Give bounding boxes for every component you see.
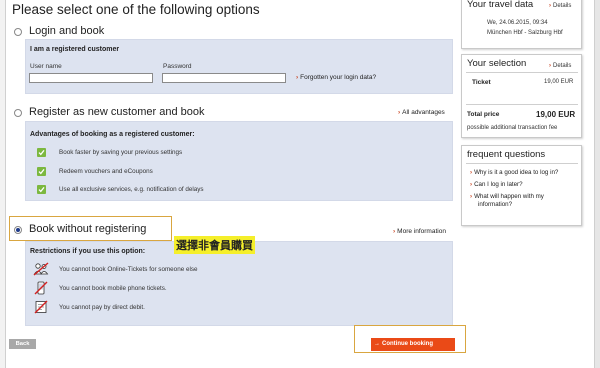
arrow-icon: ›: [296, 74, 299, 81]
selection-details-link[interactable]: › Details: [549, 63, 571, 69]
selection-box: Your selection › Details Ticket 19,00 EUR…: [461, 54, 582, 138]
ticket-label: Ticket: [472, 79, 491, 86]
faq-item[interactable]: › What will happen with my information?: [470, 193, 556, 209]
more-information-link[interactable]: › More information: [393, 228, 446, 235]
advantages-panel: Advantages of booking as a registered cu…: [25, 121, 453, 201]
login-panel: I am a registered customer User name Pas…: [25, 39, 453, 94]
advantage-item: Redeem vouchers and eCoupons: [59, 168, 153, 175]
travel-data-box: Your travel data › Details We, 24.06.2015…: [461, 0, 582, 49]
travel-data-title: Your travel data: [467, 0, 534, 10]
restrictions-panel-title: Restrictions if you use this option:: [30, 248, 146, 255]
window-right-border: [594, 0, 600, 368]
travel-route: München Hbf - Salzburg Hbf: [487, 30, 563, 36]
password-label: Password: [163, 63, 192, 70]
username-label: User name: [30, 63, 62, 70]
no-direct-debit-icon: [34, 300, 48, 314]
selection-title: Your selection: [467, 58, 527, 69]
restriction-item: You cannot book Online-Tickets for someo…: [59, 266, 198, 273]
restriction-item: You cannot book mobile phone tickets.: [59, 285, 167, 292]
arrow-icon: ›: [398, 109, 401, 116]
arrow-icon: ›: [549, 3, 551, 9]
window-left-border: [0, 0, 6, 368]
back-button[interactable]: Back: [9, 339, 36, 349]
arrow-icon: ›: [470, 169, 473, 176]
continue-booking-label: Continue booking: [382, 341, 433, 347]
ticket-price: 19,00 EUR: [544, 79, 574, 85]
faq-item-text: Why is it a good idea to log in?: [474, 169, 559, 176]
forgotten-login-link[interactable]: › Forgotten your login data?: [296, 74, 376, 81]
selection-divider: [466, 72, 578, 73]
password-input[interactable]: [162, 73, 286, 83]
check-icon: [37, 148, 46, 157]
login-radio[interactable]: [14, 28, 22, 36]
arrow-icon: ›: [549, 63, 551, 69]
no-group-ticket-icon: [33, 262, 49, 276]
total-label: Total price: [467, 111, 500, 118]
faq-item-text: What will happen with my information?: [474, 193, 544, 208]
faq-item-text: Can I log in later?: [474, 181, 523, 188]
login-panel-title: I am a registered customer: [30, 46, 120, 53]
travel-datetime: We, 24.06.2015, 09:34: [487, 20, 548, 26]
annotation-label: 選擇非會員購買: [174, 236, 255, 254]
total-divider: [466, 104, 578, 105]
arrow-icon: ›: [470, 193, 473, 200]
no-mobile-ticket-icon: [34, 281, 48, 295]
arrow-icon: ›: [393, 228, 396, 235]
faq-box: frequent questions › Why is it a good ide…: [461, 145, 582, 226]
advantage-item: Book faster by saving your previous sett…: [59, 149, 183, 156]
register-option-label[interactable]: Register as new customer and book: [29, 106, 204, 118]
selection-details-text: Details: [553, 63, 572, 69]
total-price: 19,00 EUR: [536, 110, 576, 119]
continue-booking-button[interactable]: → Continue booking: [371, 338, 455, 351]
forgotten-login-text: Forgotten your login data?: [300, 74, 377, 81]
faq-title: frequent questions: [467, 149, 546, 160]
register-radio[interactable]: [14, 109, 22, 117]
restriction-item: You cannot pay by direct debit.: [59, 304, 145, 311]
transaction-fee-note: possible additional transaction fee: [467, 125, 558, 131]
advantage-item: Use all exclusive services, e.g. notific…: [59, 186, 204, 193]
login-option-label[interactable]: Login and book: [29, 25, 104, 37]
faq-item[interactable]: › Can I log in later?: [470, 181, 578, 189]
check-icon: [37, 185, 46, 194]
more-information-text: More information: [397, 228, 446, 235]
username-input[interactable]: [29, 73, 153, 83]
check-icon: [37, 167, 46, 176]
faq-divider: [466, 163, 578, 164]
page-title: Please select one of the following optio…: [12, 2, 260, 17]
all-advantages-link[interactable]: › All advantages: [398, 109, 445, 116]
advantages-panel-title: Advantages of booking as a registered cu…: [30, 131, 195, 138]
guest-radio[interactable]: [14, 226, 22, 234]
all-advantages-text: All advantages: [402, 109, 445, 116]
arrow-right-icon: →: [374, 341, 380, 347]
travel-data-details-text: Details: [553, 3, 572, 9]
travel-data-details-link[interactable]: › Details: [549, 3, 571, 9]
faq-item[interactable]: › Why is it a good idea to log in?: [470, 169, 578, 177]
guest-option-label[interactable]: Book without registering: [29, 223, 146, 235]
arrow-icon: ›: [470, 181, 473, 188]
